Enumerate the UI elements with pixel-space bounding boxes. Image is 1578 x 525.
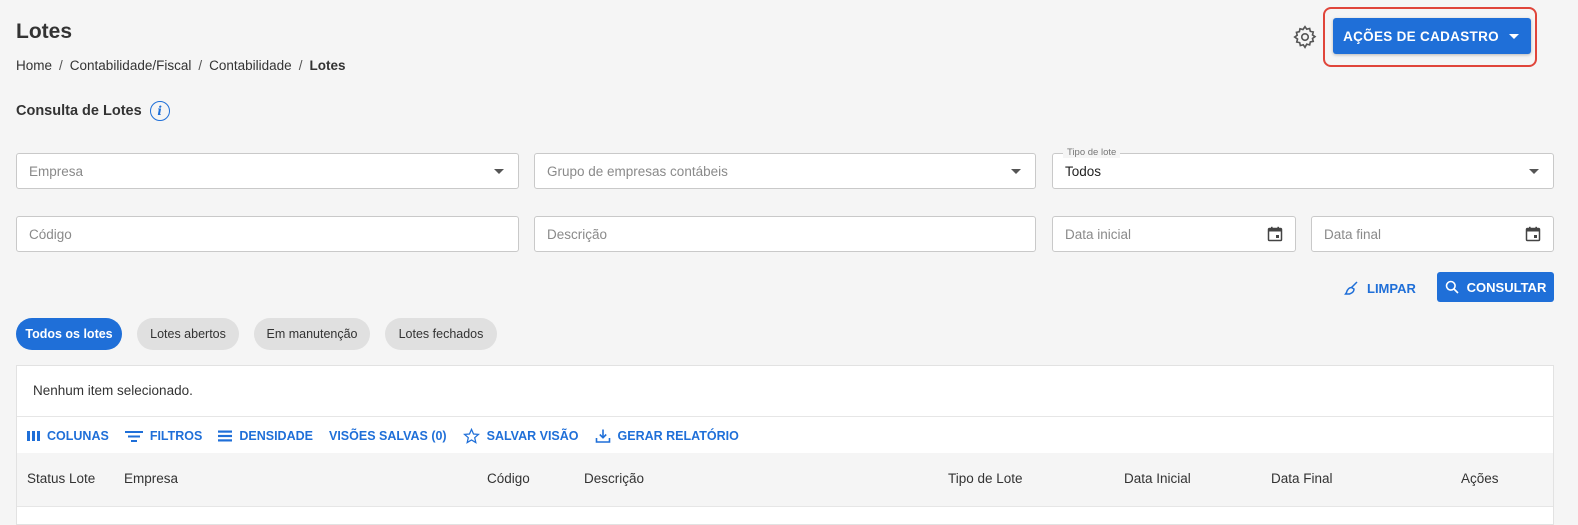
breadcrumb-current: Lotes: [309, 58, 346, 73]
section-title: Consulta de Lotes i: [16, 101, 170, 121]
download-icon: [595, 429, 610, 443]
filtros-button[interactable]: FILTROS: [124, 429, 203, 443]
breadcrumb-separator: /: [298, 58, 303, 73]
codigo-input[interactable]: Código: [16, 216, 519, 252]
breadcrumb-contabilidade-fiscal[interactable]: Contabilidade/Fiscal: [70, 58, 192, 73]
info-icon[interactable]: i: [149, 101, 170, 121]
grupo-placeholder: Grupo de empresas contábeis: [547, 163, 728, 179]
densidade-label: DENSIDADE: [239, 429, 313, 443]
broom-icon: [1344, 281, 1358, 295]
data-grid: Nenhum item selecionado. COLUNAS FILTROS: [16, 365, 1554, 525]
descricao-placeholder: Descrição: [547, 226, 608, 242]
settings-button[interactable]: [1292, 24, 1318, 50]
data-final-placeholder: Data final: [1324, 226, 1382, 242]
column-header-data-final[interactable]: Data Final: [1271, 471, 1333, 486]
column-header-status-lote[interactable]: Status Lote: [27, 471, 95, 486]
chip-lotes-abertos[interactable]: Lotes abertos: [137, 318, 239, 350]
column-header-empresa[interactable]: Empresa: [124, 471, 178, 486]
descricao-input[interactable]: Descrição: [534, 216, 1036, 252]
chevron-down-icon: [1529, 168, 1539, 174]
calendar-icon[interactable]: [1267, 226, 1283, 242]
empresa-placeholder: Empresa: [29, 163, 84, 179]
tipo-de-lote-value: Todos: [1065, 163, 1102, 179]
column-header-acoes: Ações: [1461, 471, 1499, 486]
acoes-de-cadastro-label: AÇÕES DE CADASTRO: [1343, 28, 1499, 44]
density-icon: [218, 430, 233, 442]
chip-todos-os-lotes[interactable]: Todos os lotes: [16, 318, 122, 350]
salvar-visao-label: SALVAR VISÃO: [486, 429, 579, 443]
breadcrumb-separator: /: [198, 58, 203, 73]
gerar-relatorio-label: GERAR RELATÓRIO: [617, 429, 739, 443]
codigo-placeholder: Código: [29, 226, 72, 242]
breadcrumb: Home / Contabilidade/Fiscal / Contabilid…: [16, 58, 345, 73]
chevron-down-icon: [1508, 33, 1519, 39]
chevron-down-icon: [494, 168, 504, 174]
tipo-de-lote-legend: Tipo de lote: [1063, 147, 1121, 158]
grid-toolbar: COLUNAS FILTROS DENSIDADE VISÕES SALVAS …: [27, 428, 739, 444]
filtros-label: FILTROS: [149, 429, 203, 443]
data-inicial-placeholder: Data inicial: [1065, 226, 1132, 242]
breadcrumb-contabilidade[interactable]: Contabilidade: [209, 58, 292, 73]
column-header-codigo[interactable]: Código: [487, 471, 530, 486]
densidade-button[interactable]: DENSIDADE: [218, 429, 313, 443]
column-header-descricao[interactable]: Descrição: [584, 471, 644, 486]
gerar-relatorio-button[interactable]: GERAR RELATÓRIO: [595, 428, 739, 444]
table-header-row: Status Lote Empresa Código Descrição Tip…: [17, 453, 1553, 507]
column-header-tipo-de-lote[interactable]: Tipo de Lote: [948, 471, 1023, 486]
colunas-label: COLUNAS: [47, 429, 109, 443]
chip-lotes-fechados[interactable]: Lotes fechados: [385, 318, 497, 350]
acoes-de-cadastro-button[interactable]: AÇÕES DE CADASTRO: [1333, 18, 1531, 54]
visoes-salvas-button[interactable]: VISÕES SALVAS (0): [329, 429, 447, 443]
columns-icon: [27, 431, 40, 441]
breadcrumb-separator: /: [59, 58, 63, 73]
star-icon: [462, 428, 480, 444]
grupo-empresas-select[interactable]: Grupo de empresas contábeis: [534, 153, 1036, 189]
chevron-down-icon: [1011, 168, 1021, 174]
tipo-de-lote-select[interactable]: Tipo de lote Todos: [1052, 147, 1554, 189]
data-inicial-input[interactable]: Data inicial: [1052, 216, 1296, 252]
gear-icon: [1293, 25, 1317, 49]
chip-em-manutencao[interactable]: Em manutenção: [254, 318, 370, 350]
empresa-select[interactable]: Empresa: [16, 153, 519, 189]
calendar-icon[interactable]: [1525, 226, 1541, 242]
consultar-label: CONSULTAR: [1466, 279, 1547, 295]
section-title-label: Consulta de Lotes: [16, 103, 142, 119]
divider: [17, 416, 1553, 417]
salvar-visao-button[interactable]: SALVAR VISÃO: [462, 428, 579, 444]
limpar-button[interactable]: LIMPAR: [1343, 276, 1416, 300]
data-final-input[interactable]: Data final: [1311, 216, 1554, 252]
filter-icon: [124, 431, 143, 442]
limpar-label: LIMPAR: [1367, 280, 1416, 296]
search-icon: [1445, 280, 1459, 294]
page-title: Lotes: [16, 20, 73, 43]
colunas-button[interactable]: COLUNAS: [27, 429, 109, 443]
column-header-data-inicial[interactable]: Data Inicial: [1124, 471, 1191, 486]
selection-status: Nenhum item selecionado.: [33, 383, 193, 398]
breadcrumb-home[interactable]: Home: [16, 58, 52, 73]
visoes-salvas-label: VISÕES SALVAS (0): [328, 429, 447, 443]
consultar-button[interactable]: CONSULTAR: [1437, 272, 1554, 302]
